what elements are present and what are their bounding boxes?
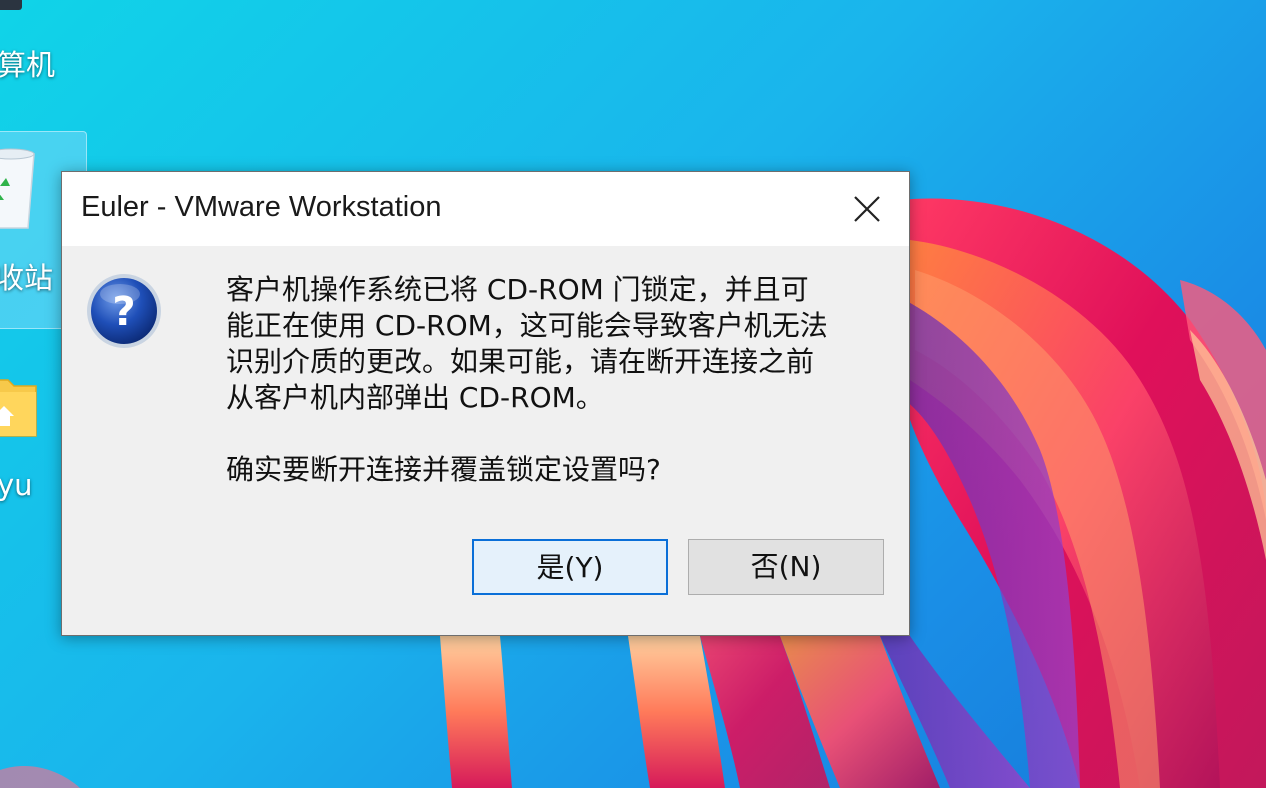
desktop-label-folder[interactable]: yu <box>0 468 33 502</box>
folder-icon[interactable] <box>0 372 38 438</box>
dialog-titlebar[interactable]: Euler - VMware Workstation <box>62 172 909 246</box>
recycle-bin-icon[interactable] <box>0 148 36 230</box>
computer-icon[interactable] <box>0 0 22 10</box>
yes-button[interactable]: 是(Y) <box>472 539 668 595</box>
close-icon <box>854 196 880 222</box>
desktop: 算机 收站 yu Euler - VMware Workstation ? 客户… <box>0 0 1266 788</box>
message-line: 识别介质的更改。如果可能，请在断开连接之前 <box>226 345 815 378</box>
dialog-title: Euler - VMware Workstation <box>81 191 442 223</box>
message-line: 客户机操作系统已将 CD-ROM 门锁定，并且可 <box>226 273 809 306</box>
message-line: 从客户机内部弹出 CD-ROM。 <box>226 381 604 414</box>
desktop-label-recycle-bin[interactable]: 收站 <box>0 255 53 297</box>
question-icon: ? <box>87 274 161 348</box>
confirmation-dialog: Euler - VMware Workstation ? 客户机操作系统已将 C… <box>61 171 910 636</box>
dialog-message: 客户机操作系统已将 CD-ROM 门锁定，并且可 能正在使用 CD-ROM，这可… <box>226 272 886 416</box>
close-button[interactable] <box>834 184 900 234</box>
message-line: 能正在使用 CD-ROM，这可能会导致客户机无法 <box>226 309 828 342</box>
confirm-question: 确实要断开连接并覆盖锁定设置吗? <box>226 453 661 486</box>
desktop-label-computer[interactable]: 算机 <box>0 42 55 84</box>
svg-text:?: ? <box>112 289 135 335</box>
no-button[interactable]: 否(N) <box>688 539 884 595</box>
